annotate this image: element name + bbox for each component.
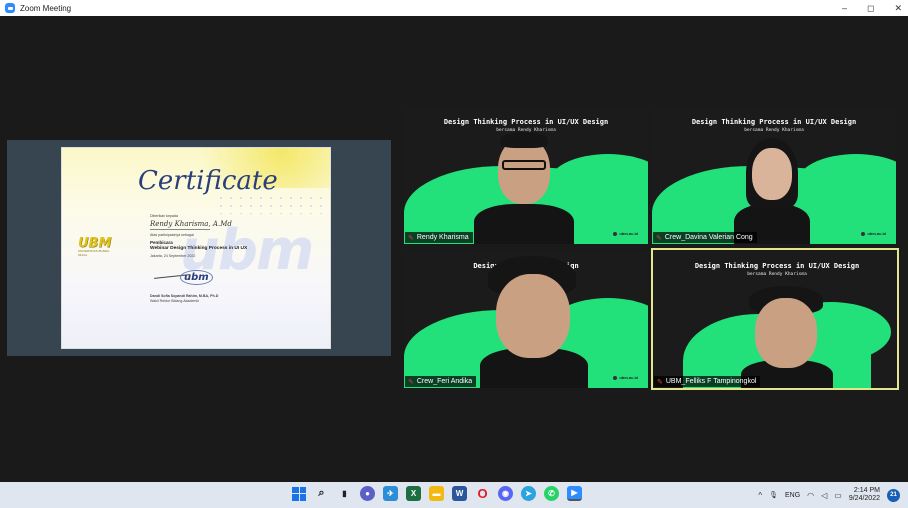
chevron-up-icon[interactable]: ^ bbox=[758, 491, 762, 500]
window-controls: – ◻ ✕ bbox=[842, 0, 902, 16]
minimize-button[interactable]: – bbox=[842, 3, 847, 13]
participant-video bbox=[474, 256, 594, 388]
participant-name: Crew_Feri Andika bbox=[416, 378, 473, 385]
tile-watermark: ubm.ac.id bbox=[613, 375, 638, 380]
wifi-icon[interactable]: ◠ bbox=[807, 491, 814, 500]
chat-icon[interactable]: ● bbox=[360, 486, 375, 501]
search-icon[interactable]: ⌕ bbox=[314, 486, 329, 501]
language-indicator[interactable]: ENG bbox=[785, 492, 800, 499]
participant-name: Crew_Davina Valerian Cong bbox=[664, 234, 753, 241]
excel-icon[interactable]: X bbox=[406, 486, 421, 501]
certificate-date: Jakarta, 24 September 2022 bbox=[150, 254, 196, 258]
shared-screen[interactable]: ubm Certificate Diberikan kepada Rendy K… bbox=[7, 140, 391, 356]
certificate-name-line bbox=[150, 229, 210, 230]
certificate-signer: Dandi Sofia Sopandi Rahim, M.BA, Ph.D bbox=[150, 294, 219, 298]
participant-video bbox=[722, 138, 822, 244]
participant-video bbox=[464, 128, 584, 244]
participant-name-label: ✎ Crew_Feri Andika bbox=[405, 376, 477, 387]
pin-icon: ✎ bbox=[656, 234, 662, 242]
ubm-stamp: ubm bbox=[180, 270, 213, 285]
zoom-taskbar-icon[interactable]: ▶ bbox=[567, 486, 582, 501]
video-tile[interactable]: Design Thinking Process in UI/UX Design … bbox=[652, 108, 896, 244]
participant-name-label: ✎ UBM_Felliks F Tampinongkol bbox=[654, 376, 761, 387]
whatsapp-icon[interactable]: ✆ bbox=[544, 486, 559, 501]
participant-name-label: ✎ Rendy Kharisma bbox=[405, 232, 473, 243]
microphone-icon[interactable]: 🎙 bbox=[769, 491, 778, 499]
taskbar-apps: ⌕ ▮ ● ✈ X ▬ W O ◉ ➤ ✆ ▶ bbox=[292, 486, 582, 501]
tile-subheader: bersama Rendy Kharisma bbox=[747, 272, 807, 277]
certificate-title: Certificate bbox=[138, 166, 278, 196]
close-button[interactable]: ✕ bbox=[894, 3, 902, 14]
notification-badge[interactable]: 21 bbox=[887, 488, 900, 502]
video-tile[interactable]: Design Thinking Process in UI/UX Design … bbox=[404, 108, 648, 244]
tile-header: Design Thinking Process in UI/UX Design bbox=[694, 262, 860, 270]
word-icon[interactable]: W bbox=[452, 486, 467, 501]
tile-header: Design Thinking Process in UI/UX Design bbox=[691, 118, 857, 126]
video-frame: Design Thinking Process in UI/UX Design … bbox=[683, 250, 891, 388]
zoom-app-icon bbox=[5, 3, 15, 13]
tile-subheader: bersama Rendy Kharisma bbox=[744, 128, 804, 133]
title-bar: Zoom Meeting – ◻ ✕ bbox=[0, 0, 908, 16]
pin-icon: ✎ bbox=[408, 234, 414, 242]
volume-icon[interactable]: ◁ bbox=[821, 491, 827, 500]
system-tray: ^ 🎙 ENG ◠ ◁ ▭ 2:14 PM 9/24/2022 21 bbox=[758, 485, 900, 505]
clock-date: 9/24/2022 bbox=[848, 495, 880, 502]
start-button[interactable] bbox=[292, 486, 306, 501]
opera-icon[interactable]: O bbox=[475, 486, 490, 501]
clock-time: 2:14 PM bbox=[853, 487, 880, 494]
video-tile[interactable]: Design Thinki I/UX Design ubm.ac.id ✎ Cr… bbox=[404, 252, 648, 388]
certificate-signer-title: Wakil Rektor Bidang Akademik bbox=[150, 299, 200, 303]
clock[interactable]: 2:14 PM 9/24/2022 bbox=[849, 487, 880, 503]
certificate-recipient: Rendy Kharisma, A.Md bbox=[150, 220, 232, 228]
maximize-button[interactable]: ◻ bbox=[867, 3, 874, 14]
ubm-logo-sub: UNIVERSITAS BUNDA MULIA bbox=[78, 249, 109, 257]
participant-name: Rendy Kharisma bbox=[416, 234, 469, 241]
battery-icon[interactable]: ▭ bbox=[834, 491, 842, 500]
certificate-dots bbox=[216, 194, 326, 214]
ubm-logo: UBM UNIVERSITAS BUNDA MULIA bbox=[78, 236, 118, 258]
pin-icon: ✎ bbox=[657, 378, 663, 386]
discord-icon[interactable]: ◉ bbox=[498, 486, 513, 501]
pin-icon: ✎ bbox=[408, 378, 414, 386]
tile-header: Design Thinking Process in UI/UX Design bbox=[443, 118, 609, 126]
certificate-event: Webinar Design Thinking Process in UI UX bbox=[150, 246, 248, 251]
participant-name-label: ✎ Crew_Davina Valerian Cong bbox=[653, 232, 757, 243]
video-tile-active[interactable]: Design Thinking Process in UI/UX Design … bbox=[651, 248, 899, 390]
taskbar: ⌕ ▮ ● ✈ X ▬ W O ◉ ➤ ✆ ▶ ^ 🎙 ENG ◠ ◁ ▭ 2:… bbox=[0, 482, 908, 508]
participant-name: UBM_Felliks F Tampinongkol bbox=[665, 378, 757, 385]
tile-watermark: ubm.ac.id bbox=[613, 231, 638, 236]
meeting-area: ubm Certificate Diberikan kepada Rendy K… bbox=[0, 16, 908, 482]
task-view-icon[interactable]: ▮ bbox=[337, 486, 352, 501]
telegram-badge-icon[interactable]: ✈ bbox=[383, 486, 398, 501]
certificate-given-to: Diberikan kepada bbox=[150, 214, 178, 218]
window-title: Zoom Meeting bbox=[20, 3, 72, 13]
certificate: ubm Certificate Diberikan kepada Rendy K… bbox=[61, 147, 331, 349]
file-explorer-icon[interactable]: ▬ bbox=[429, 486, 444, 501]
participant-video bbox=[737, 284, 837, 388]
tile-watermark: ubm.ac.id bbox=[861, 231, 886, 236]
certificate-recognition: Atas partisipasinya sebagai bbox=[150, 233, 194, 237]
certificate-role: Pembicara bbox=[150, 240, 173, 245]
telegram-icon[interactable]: ➤ bbox=[521, 486, 536, 501]
